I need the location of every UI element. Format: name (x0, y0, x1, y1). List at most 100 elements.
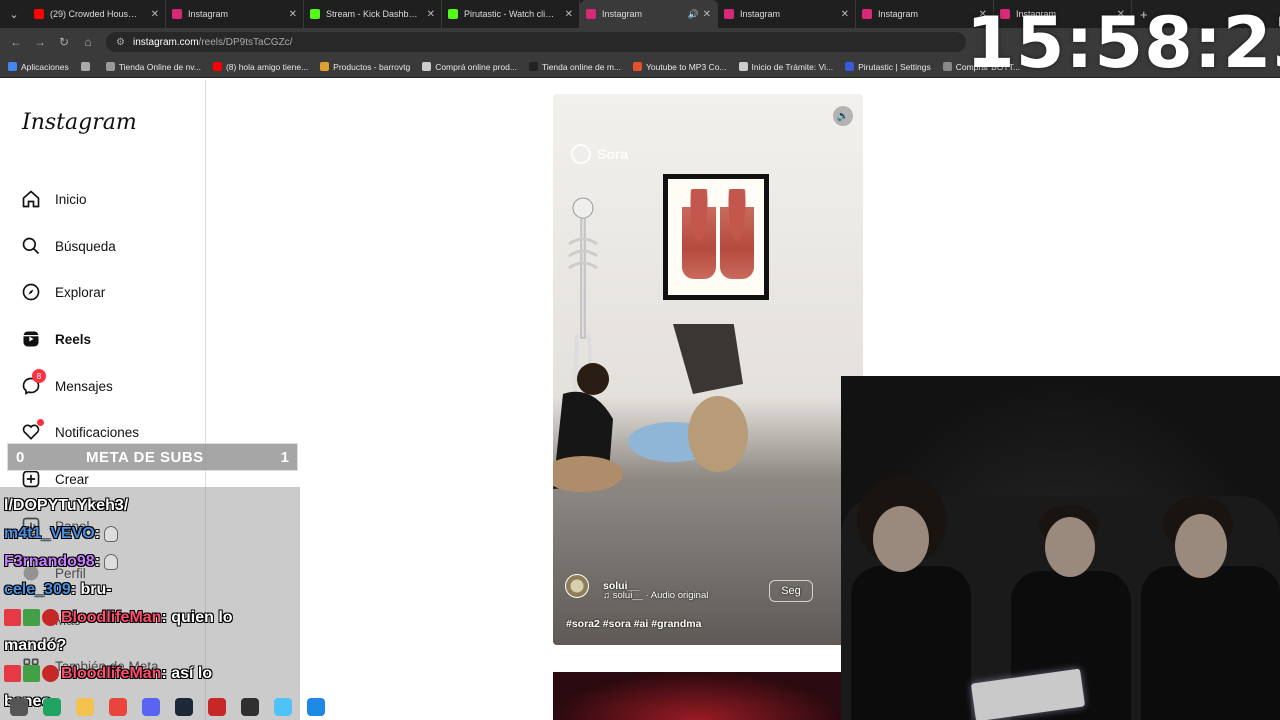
notepad-icon[interactable] (307, 698, 325, 716)
music-note-icon: ♫ (603, 590, 613, 601)
messenger-icon: 8 (20, 369, 46, 397)
search-icon (20, 235, 42, 257)
tab-label: Instagram (740, 9, 781, 19)
bookmark-favicon-icon (8, 62, 17, 71)
reel-scene (553, 324, 748, 492)
stream-chat-overlay: l/DOPYTuYkeh3/m4t1_VEVO: F3rnando98: cele_… (0, 487, 300, 720)
bookmark-label: Pirutastic | Settings (858, 61, 931, 72)
bookmark-item[interactable]: Comprá online prod... (422, 62, 517, 72)
back-button[interactable]: ← (4, 30, 28, 54)
chrome-icon[interactable] (109, 698, 127, 716)
browser-tab[interactable]: Instagram 🔊 ✕ (580, 0, 718, 28)
bookmark-item[interactable]: Youtube to MP3 Co... (633, 62, 727, 72)
chat-username: l/DOPYTuYkeh3/ (4, 497, 129, 514)
obs-icon[interactable] (241, 698, 259, 716)
chat-username: cele_309 (4, 581, 71, 598)
close-tab-icon[interactable]: ✕ (151, 9, 159, 20)
bookmark-label: Tienda Online de nv... (118, 61, 201, 72)
bookmark-item[interactable]: (8) hola amigo tiene... (212, 62, 308, 72)
reel-video[interactable]: Sora 🔊 solui__ ♫ solui__ · Audio origina… (553, 94, 863, 645)
forward-button[interactable]: → (28, 30, 52, 54)
taskbar (0, 694, 360, 720)
author-avatar[interactable] (565, 574, 589, 598)
sidebar-item-label: Inicio (55, 191, 87, 207)
reel-audio[interactable]: ♫ solui__ · Audio original (603, 590, 708, 601)
reels-icon (20, 328, 42, 350)
volume-icon[interactable]: 🔊 (833, 106, 853, 126)
browser-tab[interactable]: Stream - Kick Dashboard ✕ (304, 0, 442, 28)
unread-badge: 8 (32, 369, 46, 383)
sidebar-item-label: Crear (55, 471, 89, 487)
bookmark-favicon-icon (528, 62, 538, 71)
browser-tab[interactable]: Pirutastic - Watch clips on ✕ (442, 0, 580, 28)
site-info-icon[interactable]: ⚙ (116, 37, 125, 48)
tab-favicon-icon (310, 9, 320, 19)
tab-label: Stream - Kick Dashboard (326, 9, 418, 19)
close-tab-icon[interactable]: ✕ (565, 9, 573, 20)
close-tab-icon[interactable]: ✕ (427, 9, 435, 20)
browser-tab[interactable]: (29) Crowded House - Do ✕ (28, 0, 166, 28)
sidebar-item-reels[interactable]: Reels (20, 328, 91, 350)
close-tab-icon[interactable]: ✕ (289, 9, 297, 20)
bookmark-label: Aplicaciones (21, 61, 69, 72)
chat-username: m4t1_VEVO (4, 525, 95, 542)
sidebar-item-label: Reels (55, 331, 92, 347)
chat-text: : quien lo (161, 609, 233, 626)
bookmark-item[interactable]: Tienda Online de nv... (105, 61, 201, 72)
bookmark-item[interactable]: Productos - barrovtg (320, 62, 410, 72)
chat-message: F3rnando98: (4, 553, 119, 571)
home-button[interactable]: ⌂ (76, 30, 100, 54)
bookmark-item[interactable]: Pirutastic | Settings (845, 62, 931, 72)
chat-username: BloodlifeMan (61, 609, 162, 626)
bookmark-item[interactable] (80, 62, 94, 71)
discord-icon[interactable] (142, 698, 160, 716)
sidebar-item-notificaciones[interactable]: Notificaciones (20, 419, 140, 443)
instagram-logo[interactable]: Instagram (22, 110, 137, 135)
subs-goal-bar: 0 META DE SUBS 1 (7, 443, 298, 471)
bookmark-item[interactable]: Aplicaciones (8, 62, 69, 72)
tab-favicon-icon (172, 9, 182, 19)
search-icon[interactable] (10, 698, 28, 716)
tab-label: Instagram (878, 9, 919, 19)
tab-search-button[interactable]: ⌄ (0, 0, 28, 28)
first-badge-icon (23, 665, 40, 683)
bookmark-label: Productos - barrovtg (333, 61, 411, 72)
reel-caption[interactable]: #sora2 #sora #ai #grandma (566, 618, 701, 630)
tab-favicon-icon (586, 9, 596, 19)
close-tab-icon[interactable]: ✕ (841, 9, 849, 20)
tab-label: Instagram (188, 9, 229, 19)
chat-text: : así lo (161, 665, 213, 682)
goal-title: META DE SUBS (86, 448, 204, 466)
sidebar-item-b-squeda[interactable]: Búsqueda (20, 235, 116, 257)
steam-icon[interactable] (175, 698, 193, 716)
screenshot-icon[interactable] (274, 698, 292, 716)
close-tab-icon[interactable]: ✕ (703, 9, 711, 20)
chat-username: BloodlifeMan (61, 665, 162, 682)
sidebar-item-explorar[interactable]: Explorar (20, 281, 105, 303)
browser-tab[interactable]: Instagram ✕ (718, 0, 856, 28)
chat-text: mandó? (4, 637, 67, 654)
audio-playing-icon[interactable]: 🔊 (688, 9, 699, 20)
chat-text: : bru- (70, 581, 112, 598)
follow-button[interactable]: Seg (769, 580, 813, 602)
bookmark-favicon-icon (633, 62, 643, 71)
goal-min: 0 (16, 448, 25, 466)
sidebar-item-label: Búsqueda (55, 238, 116, 254)
bookmark-label: Comprá online prod... (435, 61, 517, 72)
sidebar-item-inicio[interactable]: Inicio (20, 188, 87, 210)
app-icon[interactable] (208, 698, 226, 716)
bookmark-favicon-icon (845, 62, 855, 71)
file-explorer-icon[interactable] (76, 698, 94, 716)
sora-watermark: Sora (571, 144, 628, 164)
sidebar-item-mensajes[interactable]: 8 Mensajes (20, 369, 113, 397)
bookmark-item[interactable]: Inicio de Trámite: Vi... (738, 62, 833, 72)
address-bar[interactable]: ⚙ instagram.com/reels/DP9tsTaCGZc/ (106, 32, 966, 52)
webcam-overlay (841, 376, 1280, 720)
reload-button[interactable]: ↻ (52, 30, 76, 54)
bookmark-item[interactable]: Tienda online de m... (528, 62, 621, 72)
next-reel-preview[interactable] (553, 672, 841, 720)
chat-message: l/DOPYTuYkeh3/ (4, 497, 128, 515)
sidebar-item-label: Notificaciones (55, 424, 140, 440)
browser-tab[interactable]: Instagram ✕ (166, 0, 304, 28)
google-drive-icon[interactable] (43, 698, 61, 716)
